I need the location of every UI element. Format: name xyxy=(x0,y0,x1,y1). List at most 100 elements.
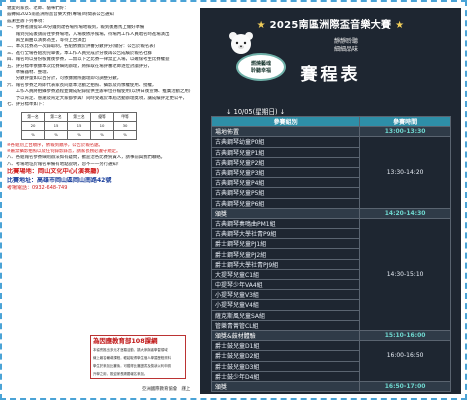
poster-title: ★ 2025南區洲際盃音樂大賽 ★ xyxy=(200,16,461,31)
notice-rules: 一、參賽者請提早30分鐘到達各場所場地報到，報到後應馬上做好準備 報到完成後請前… xyxy=(7,25,198,108)
rate-row: %%%%% xyxy=(21,129,137,140)
time-slot xyxy=(359,136,451,148)
group-name: 古典鋼琴兒童P4組 xyxy=(210,177,361,189)
schedule-row: 古典鋼琴幼童P0組 xyxy=(210,136,451,148)
group-name: 中提琴少年VA4組 xyxy=(210,278,361,291)
ad-text: 本協會推出多元才藝類活動，擴大參與者學習領域 線上報名輔導課程，輕鬆取得學生個人學… xyxy=(93,348,183,378)
group-name: 小提琴兒童V3組 xyxy=(210,289,361,301)
rate-row: 第一名 第二名 第三名 優等 甲等 xyxy=(21,111,137,122)
schedule-row: 古典鋼琴兒童P6組 xyxy=(210,197,451,209)
rule-line: 四、報名時以身份核實後參賽，二無以下之比賽一律禁止入場，以確保考生比賽權益 xyxy=(7,57,170,63)
time-slot: 13:00-13:30 xyxy=(359,126,451,138)
ad-line: 升學之用，歡迎家長踴躍報名參加。 xyxy=(93,371,148,376)
rate-cell: % xyxy=(21,129,45,140)
poster-subtitle: 靜靜聆聽 細細品味 xyxy=(334,38,358,54)
schedule-row: 古典鋼琴大學社青P9組 xyxy=(210,228,451,240)
time-slot xyxy=(359,279,451,290)
schedule-row: 頒獎 16:50-17:00 xyxy=(210,380,451,393)
time-slot: 14:30-15:10 xyxy=(359,269,451,280)
group-name: 頒獎&鼓材體驗 xyxy=(210,329,361,342)
event-date: ↓ 10/05(星期日) ↓ xyxy=(226,108,286,116)
header-time: 參賽時間 xyxy=(359,115,451,128)
schedule-row: 中提琴少年VA4組 xyxy=(210,278,451,291)
group-name: 爵士鼓少年D4組 xyxy=(210,370,361,382)
group-name: 小提琴兒童V4組 xyxy=(210,299,361,311)
rate-cell: 15 xyxy=(67,120,91,131)
schedule-row: 古典鋼琴兒童P1組 xyxy=(210,146,451,158)
schedule-row: 爵士鼓兒童D3組 xyxy=(210,360,451,372)
time-slot xyxy=(359,157,451,168)
group-name: 爵士鼓兒童D2組 xyxy=(210,350,361,362)
group-name: 古典鋼琴幼童P0組 xyxy=(210,136,361,148)
ad-title: 為因應教育部108課綱 xyxy=(93,337,158,345)
schedule-row: 古典鋼琴兒童P5組 xyxy=(210,187,451,199)
time-slot xyxy=(359,299,451,311)
group-name: 古典鋼琴兒童P5組 xyxy=(210,187,361,199)
page-frame: 親愛的家長、老師、貓咪們好： 茲轉知2025南區洲際盃音樂大賽(專場)時間表公告通… xyxy=(0,0,467,400)
group-name: 爵士鋼琴兒童PJ2組 xyxy=(210,248,361,260)
rate-cell: 15 xyxy=(44,120,68,131)
schedule-row: 爵士鼓兒童D2組 16:00-16:50 xyxy=(210,350,451,362)
time-slot xyxy=(359,147,451,158)
rate-cell: 20 xyxy=(21,120,45,131)
schedule-table: 參賽組別 參賽時間 場地佈置 13:00-13:30 古典鋼琴幼童P0組 古典鋼琴兒童P1… xyxy=(210,115,451,393)
schedule-row: 古典鋼琴兒童P2組 xyxy=(210,156,451,168)
group-name: 爵士鋼琴大學社青PJ9組 xyxy=(210,258,361,270)
group-name: 管樂青菁管CL組 xyxy=(210,319,361,331)
ad-line: 學生於參加比賽後，可獲得比賽證書及獎狀以利申請 xyxy=(93,363,171,368)
rule-line: 七、評分標準如下： xyxy=(7,102,47,108)
rate-cell: % xyxy=(67,129,91,140)
schedule-row: 小提琴兒童V4組 xyxy=(210,299,451,311)
group-name: 頒獎 xyxy=(210,380,361,393)
group-name: 古典鋼琴奏鳴曲PM1組 xyxy=(210,217,361,230)
group-name: 爵士鋼琴兒童PJ1組 xyxy=(210,238,361,250)
notice-remarks: ※各組別上台順序，依報到順序，公告於報名處。 ※嚴禁攝影拍照以及任何錄影錄音，請家… xyxy=(7,143,198,169)
notice-intro: 親愛的家長、老師、貓咪們好： 茲轉知2025南區洲際盃音樂大賽(專場)時間表公告通… xyxy=(7,6,198,25)
schedule-row: 場地佈置 13:00-13:30 xyxy=(210,126,451,138)
schedule-row: 古典鋼琴奏鳴曲PM1組 xyxy=(210,217,451,230)
rate-cell: 30 xyxy=(113,120,137,131)
bear-mascot-icon xyxy=(229,32,253,54)
time-slot xyxy=(359,371,451,382)
rate-row: 20 15 15 10 30 xyxy=(21,120,137,131)
header-group: 參賽組別 xyxy=(210,115,361,128)
group-name: 場地佈置 xyxy=(210,126,361,138)
time-slot: 16:00-16:50 xyxy=(359,350,451,361)
rate-cell: 甲等 xyxy=(113,111,137,122)
time-slot xyxy=(359,248,451,260)
group-name: 古典鋼琴兒童P2組 xyxy=(210,156,361,168)
group-name: 古典鋼琴兒童P6組 xyxy=(210,197,361,209)
star-icon: ★ xyxy=(395,20,405,31)
rate-cell: % xyxy=(113,129,137,140)
rate-cell: 第三名 xyxy=(67,111,91,122)
time-slot xyxy=(359,289,451,300)
rate-cell: % xyxy=(90,129,114,140)
time-slot: 13:30-14:20 xyxy=(359,167,451,178)
ad-line: 線上報名輔導課程，輕鬆取得學生個人學習歷程資料 xyxy=(93,356,171,361)
schedule-row: 頒獎&鼓材體驗 15:10-16:00 xyxy=(210,329,451,342)
schedule-poster: ★ 2025南區洲際盃音樂大賽 ★ 靜靜聆聽 細細品味 燃燒藝魂 聆聽幸福 賽程… xyxy=(200,8,461,394)
group-name: 爵士鼓兒童D3組 xyxy=(210,360,361,372)
subtitle-line: 靜靜聆聽 xyxy=(334,38,359,45)
schedule-row: 爵士鋼琴大學社青PJ9組 xyxy=(210,258,451,270)
award-rate-table: 第一名 第二名 第三名 優等 甲等 20 15 15 10 30%%%%% xyxy=(21,111,137,140)
venue-line: 比賽場地：岡山文化中心(演奏廳) xyxy=(7,168,100,176)
address-line: 比賽地址：高雄市岡山區岡山南路42號 xyxy=(7,176,112,184)
schedule-row: 爵士鋼琴兒童PJ2組 xyxy=(210,248,451,260)
time-slot xyxy=(359,361,451,372)
schedule-row: 小提琴兒童V3組 xyxy=(210,289,451,301)
time-slot xyxy=(359,228,451,239)
ad-line: 本協會推出多元才藝類活動，擴大參與者學習領域 xyxy=(93,348,168,353)
schedule-row: 爵士鼓少年D4組 xyxy=(210,370,451,382)
schedule-row: 管樂青菁管CL組 xyxy=(210,319,451,331)
rate-cell: 第二名 xyxy=(44,111,68,122)
time-slot: 15:10-16:00 xyxy=(359,329,451,342)
time-slot xyxy=(359,218,451,229)
time-slot xyxy=(359,259,451,270)
time-slot xyxy=(359,198,451,209)
schedule-row: 古典鋼琴兒童P4組 xyxy=(210,177,451,189)
signature-line: 亞洲國際教育協會 謹上 xyxy=(142,387,191,392)
star-icon: ★ xyxy=(256,20,266,31)
rule-line: 工作人員將拍攝參賽過程並做成紀錄提供主辦單位存檔使用(以供日後宣傳、推廣活動之用… xyxy=(7,89,191,95)
time-slot xyxy=(359,238,451,249)
